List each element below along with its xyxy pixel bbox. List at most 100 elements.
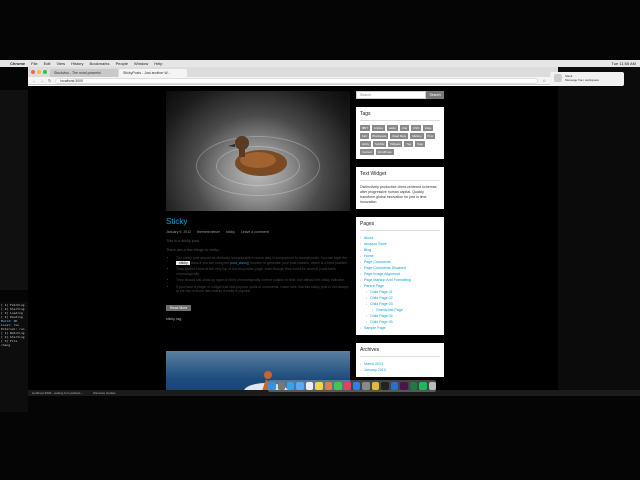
browser-tab-active[interactable]: StickyPosts - Just another W... xyxy=(119,69,187,77)
trash-icon[interactable] xyxy=(428,382,436,390)
minimize-window-button[interactable] xyxy=(37,70,41,74)
list-item: They should still show up again in their… xyxy=(176,278,350,283)
browser-tab[interactable]: Stockviso - The most powerful xyxy=(50,69,118,77)
tag-link[interactable]: chat xyxy=(399,125,410,131)
tag-link[interactable]: Markup xyxy=(410,133,424,139)
tag-link[interactable]: 8BIT xyxy=(360,125,370,131)
menu-item-bookmarks[interactable]: Bookmarks xyxy=(90,61,110,66)
widget-title: Tags xyxy=(360,111,440,121)
window-controls xyxy=(31,70,47,74)
terminal-window[interactable]: [ 1] Fetching [ 2] Starting [ 3] Loading… xyxy=(0,302,28,412)
post-comments-link[interactable]: Leave a comment xyxy=(241,230,269,234)
desktop-screen: Chrome File Edit View History Bookmarks … xyxy=(0,0,640,480)
notification-banner[interactable]: Slack Message from workspace xyxy=(550,72,624,86)
post-date[interactable]: January 9, 2012 xyxy=(166,230,191,234)
read-more-button[interactable]: Read More xyxy=(166,304,192,311)
widget-title: Text Widget xyxy=(360,171,440,181)
tag-link[interactable]: Content xyxy=(360,149,374,155)
desktop-wallpaper-shard xyxy=(0,90,28,290)
widget-title: Pages xyxy=(360,221,440,231)
search-button[interactable]: Search xyxy=(426,91,444,99)
notes-icon[interactable] xyxy=(315,382,323,390)
finder-icon[interactable] xyxy=(268,382,276,390)
browser-window: Stockviso - The most powerful StickyPost… xyxy=(28,67,558,390)
tab-bar: Stockviso - The most powerful StickyPost… xyxy=(28,67,558,77)
tag-link[interactable]: aside xyxy=(387,125,398,131)
terminal-line: [ 3] File chang xyxy=(1,339,18,347)
mail-icon[interactable] xyxy=(296,382,304,390)
menu-item-people[interactable]: People xyxy=(116,61,128,66)
tag-link[interactable]: Tags xyxy=(414,141,425,147)
text-widget: Text Widget Distinctively productize cli… xyxy=(356,167,444,209)
menubar-clock[interactable]: Tue 11:55 AM xyxy=(612,61,636,66)
featured-image-duck[interactable] xyxy=(166,91,350,211)
tag-link[interactable]: WordPress xyxy=(375,149,394,155)
launchpad-icon[interactable] xyxy=(277,382,285,390)
slack-icon[interactable] xyxy=(400,382,408,390)
mac-dock xyxy=(268,380,436,392)
tag-link[interactable]: Read More xyxy=(390,133,409,139)
tag-link[interactable]: sticky xyxy=(360,141,371,147)
tag-link[interactable]: Subtitle xyxy=(373,141,387,147)
status-text: localhost:3000 - waiting for localhost..… xyxy=(32,391,83,395)
menu-item-window[interactable]: Window xyxy=(134,61,148,66)
terminal-icon[interactable] xyxy=(381,382,389,390)
tag-link[interactable]: Edge xyxy=(422,125,434,131)
page-link[interactable]: Sample Page xyxy=(360,325,440,331)
widget-title: Archives xyxy=(360,347,440,357)
post-bullet-list: The sticky post should be distinctly rec… xyxy=(166,256,350,294)
appstore-icon[interactable] xyxy=(353,382,361,390)
tag-link[interactable]: Fail xyxy=(360,133,369,139)
bookmark-star-icon[interactable]: ☆ xyxy=(542,78,546,83)
editor-icon[interactable] xyxy=(390,382,399,390)
mac-menubar: Chrome File Edit View History Bookmarks … xyxy=(0,60,640,67)
code-highlight: .sticky xyxy=(176,260,190,265)
post-author[interactable]: themereviewer xyxy=(197,230,220,234)
zoom-window-button[interactable] xyxy=(43,70,47,74)
post-paragraph: This is a sticky post. xyxy=(166,239,200,243)
messages-icon[interactable] xyxy=(334,382,342,390)
music-icon[interactable] xyxy=(343,382,351,390)
safari-icon[interactable] xyxy=(286,382,295,390)
reload-icon[interactable]: ↻ xyxy=(48,78,51,83)
post-tags[interactable]: sticky, tag xyxy=(166,317,350,321)
post-body: This is a sticky post. There are a few t… xyxy=(166,239,350,321)
tag-link[interactable]: Articles xyxy=(371,125,386,131)
menu-app-name[interactable]: Chrome xyxy=(10,61,25,66)
search-input[interactable]: Search xyxy=(356,91,426,99)
pages-widget: Pages About Amazon Store Blog Home Page … xyxy=(356,217,444,335)
chrome-icon[interactable] xyxy=(371,382,380,390)
menu-item-file[interactable]: File xyxy=(31,61,37,66)
list-item: The sticky post should be distinctly rec… xyxy=(176,256,350,265)
tag-cloud: 8BIT Articles aside chat CSS Edge Fail B… xyxy=(360,125,440,155)
tag-link[interactable]: CSS xyxy=(411,125,421,131)
archive-link[interactable]: January 2013 xyxy=(360,367,440,373)
spotify-icon[interactable] xyxy=(419,382,427,390)
close-window-button[interactable] xyxy=(31,70,35,74)
tag-link[interactable]: Widgets xyxy=(388,141,403,147)
back-icon[interactable]: ← xyxy=(32,78,36,83)
status-right-text: Windows Update xyxy=(92,391,116,395)
post-class-link[interactable]: post_class() xyxy=(230,261,249,265)
tag-link[interactable]: Blockquote xyxy=(370,133,389,139)
menu-item-history[interactable]: History xyxy=(71,61,83,66)
pages-list: About Amazon Store Blog Home Page Commen… xyxy=(360,235,440,331)
notification-body: Message from workspace xyxy=(565,78,600,82)
photos-icon[interactable] xyxy=(324,382,333,390)
menu-item-view[interactable]: View xyxy=(56,61,65,66)
child-pages-list: Child Page 01 Child Page 02 Child Page 0… xyxy=(360,289,440,325)
post-meta: January 9, 2012 themereviewer sticky Lea… xyxy=(166,230,350,234)
calendar-icon[interactable] xyxy=(305,382,314,390)
url-field[interactable]: localhost:3000 xyxy=(55,77,539,84)
right-dark-panel xyxy=(558,67,640,390)
archives-widget: Archives March 2013 January 2013 xyxy=(356,343,444,377)
settings-icon[interactable] xyxy=(362,382,370,390)
forward-icon[interactable]: → xyxy=(40,78,44,83)
menu-item-help[interactable]: Help xyxy=(154,61,162,66)
tag-link[interactable]: Post xyxy=(425,133,436,139)
tag-link[interactable]: Tag xyxy=(404,141,413,147)
post-category[interactable]: sticky xyxy=(226,230,235,234)
menu-item-edit[interactable]: Edit xyxy=(44,61,51,66)
post-title[interactable]: Sticky xyxy=(166,217,350,226)
excel-icon[interactable] xyxy=(409,382,418,390)
